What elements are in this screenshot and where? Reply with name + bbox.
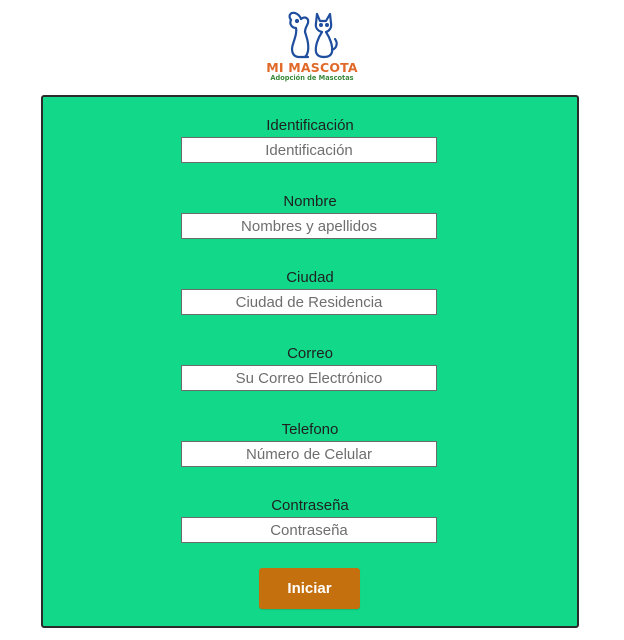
email-field[interactable] xyxy=(181,365,437,391)
contrasena-label: Contraseña xyxy=(271,497,349,514)
ciudad-label: Ciudad xyxy=(286,269,334,286)
nombre-input[interactable] xyxy=(181,213,437,239)
dog-and-cat-icon xyxy=(288,11,338,59)
brand-title: MI MASCOTA xyxy=(266,60,358,75)
identificacion-input[interactable] xyxy=(181,137,437,163)
nombre-label: Nombre xyxy=(283,193,337,210)
password-field[interactable] xyxy=(181,517,437,543)
telefono-label: Telefono xyxy=(281,421,339,438)
correo-label: Correo xyxy=(287,345,333,362)
brand-logo: MI MASCOTA Adopción de Mascotas xyxy=(262,10,362,88)
page: MI MASCOTA Adopción de Mascotas Identifi… xyxy=(0,0,624,640)
identificacion-label: Identificación xyxy=(266,117,354,134)
iniciar-button[interactable]: Iniciar xyxy=(259,568,360,609)
telefono-input[interactable] xyxy=(181,441,437,467)
brand-subtitle: Adopción de Mascotas xyxy=(270,74,354,82)
registration-form: Identificación Nombre Ciudad Correo Tele… xyxy=(41,95,579,628)
ciudad-input[interactable] xyxy=(181,289,437,315)
